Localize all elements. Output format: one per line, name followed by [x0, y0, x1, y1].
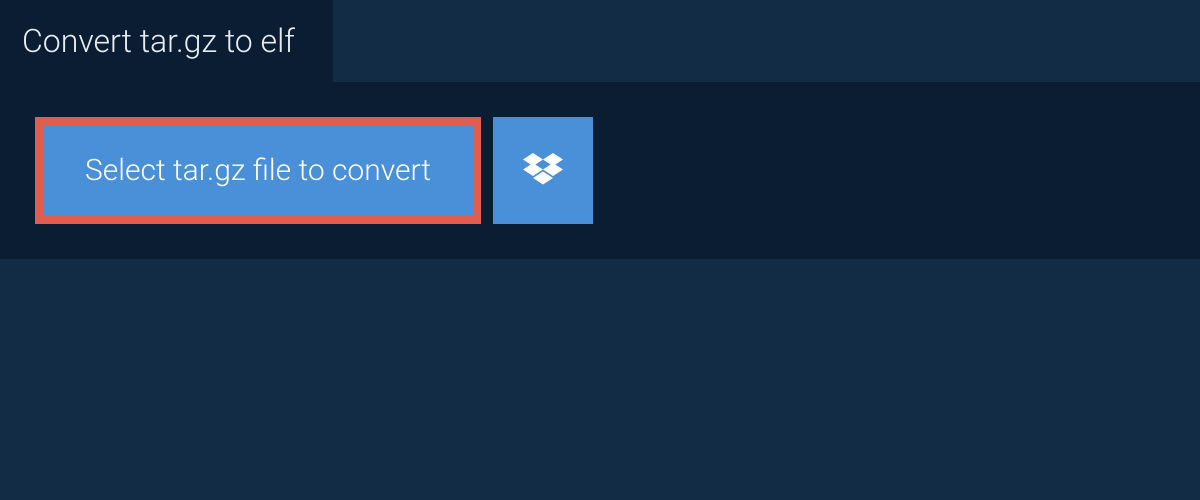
converter-tab[interactable]: Convert tar.gz to elf — [0, 0, 333, 82]
tab-title: Convert tar.gz to elf — [22, 22, 295, 60]
converter-panel: Select tar.gz file to convert — [0, 82, 1200, 259]
select-file-button[interactable]: Select tar.gz file to convert — [35, 117, 481, 224]
dropbox-icon — [523, 153, 563, 189]
select-file-label: Select tar.gz file to convert — [85, 153, 431, 188]
file-select-row: Select tar.gz file to convert — [35, 117, 1165, 224]
dropbox-button[interactable] — [493, 117, 593, 224]
